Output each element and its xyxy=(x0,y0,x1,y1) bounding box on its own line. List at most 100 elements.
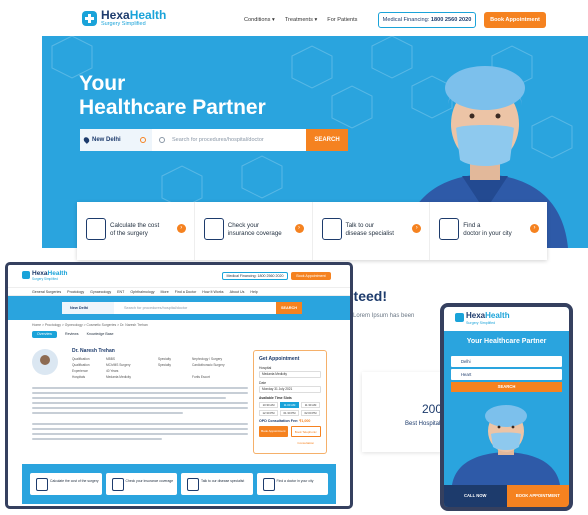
mockup-nav-item[interactable]: Proctology xyxy=(67,288,84,295)
book-appointment-button[interactable]: Book Appointment xyxy=(259,426,288,437)
mockup-feature-item[interactable]: Find a doctor in your city xyxy=(256,473,328,495)
date-label: Date xyxy=(259,381,267,385)
mobile-hero-title: Your Healthcare Partner xyxy=(466,338,547,345)
mockup-feature-item[interactable]: Calculate the cost of the surgery xyxy=(30,473,102,495)
time-slot[interactable]: 11:00 AM xyxy=(280,402,299,408)
mockup-header: HexaHealth Surgery Simplified Medical Fin… xyxy=(8,265,350,287)
mobile-header: HexaHealth Surgery Simplified xyxy=(444,307,569,331)
hospital-label: Hospital xyxy=(259,366,272,370)
consultation-fee: OPD Consultation Fee: ₹1,000 xyxy=(259,419,311,423)
date-field[interactable]: Monday 31 July 2021 xyxy=(259,386,321,393)
arrow-right-icon[interactable]: › xyxy=(530,224,539,233)
mockup-features-bar: Calculate the cost of the surgery Check … xyxy=(22,464,336,504)
doctor-info-row: Qualification MCh/MS Surgery Specialty Card… xyxy=(72,363,225,367)
financing-button[interactable]: Medical Financing: 1800 2560 2020 xyxy=(378,12,476,28)
mobile-search-input[interactable]: Heart xyxy=(451,369,562,380)
doctor-info-row: Experience 40 Years xyxy=(72,369,119,373)
logo-cross-icon xyxy=(82,10,97,26)
arrow-right-icon[interactable]: › xyxy=(294,224,304,233)
main-nav: Conditions Treatments For Patients xyxy=(244,17,357,23)
mobile-logo[interactable]: HexaHealth Surgery Simplified xyxy=(466,312,510,326)
desktop-mockup: HexaHealth Surgery Simplified Medical Fin… xyxy=(5,262,353,509)
time-slots: 10:30 AM 11:00 AM 11:30 AM 12:30 PM 01:3… xyxy=(259,402,321,416)
logo-cross-icon xyxy=(22,271,30,279)
time-slot[interactable]: 10:30 AM xyxy=(259,402,278,408)
mockup-nav-item[interactable]: Ophthalmology xyxy=(130,288,154,295)
feature-calculate-cost[interactable]: Calculate the cost of the surgery › xyxy=(77,202,195,260)
mockup-nav-item[interactable]: About Us xyxy=(230,288,245,295)
doctor-name: Dr. Naresh Trehan xyxy=(72,348,115,354)
site-header: HexaHealth Surgery Simplified Conditions… xyxy=(0,0,588,40)
nav-conditions[interactable]: Conditions xyxy=(244,17,275,23)
mockup-book-button[interactable]: Book Appointment xyxy=(291,272,331,280)
mockup-feature-item[interactable]: Check your insurance coverage xyxy=(105,473,177,495)
page: HexaHealth Surgery Simplified Conditions… xyxy=(0,0,588,515)
mockup-search-button[interactable]: SEARCH xyxy=(276,302,302,314)
tab-knowledge-base[interactable]: Knowledge Base xyxy=(87,331,114,338)
mobile-action-bar: CALL NOW BOOK APPOINTMENT xyxy=(444,485,569,507)
hero-title: Your Healthcare Partner xyxy=(79,72,266,119)
book-telephonic-button[interactable]: Book Telephonic Consultation xyxy=(290,426,321,445)
tab-reviews[interactable]: Reviews xyxy=(65,331,79,338)
brand-tagline: Surgery Simplified xyxy=(101,21,146,27)
mockup-nav-item[interactable]: How It Works xyxy=(202,288,223,295)
feature-check-insurance[interactable]: Check your insurance coverage › xyxy=(195,202,313,260)
time-slot[interactable]: 11:30 AM xyxy=(301,402,320,408)
feature-find-doctor[interactable]: Find a doctor in your city › xyxy=(430,202,547,260)
time-slot[interactable]: 01:30 PM xyxy=(280,410,299,416)
stat-label: Best Hospital xyxy=(405,421,441,427)
section-subtitle: Lorem Ipsum has been xyxy=(353,313,415,319)
hospital-select[interactable]: Medanta Medicity xyxy=(259,371,321,378)
appointment-card: Get Appointment Hospital Medanta Medicit… xyxy=(253,350,327,454)
slots-label: Available Time Slots xyxy=(259,396,292,400)
mockup-nav-item[interactable]: Gynaecology xyxy=(90,288,111,295)
search-input[interactable]: Search for procedures/hospital/doctor xyxy=(152,129,306,151)
mockup-feature-item[interactable]: Talk to our disease specialist xyxy=(181,473,253,495)
mockup-nav-item[interactable]: More xyxy=(161,288,169,295)
mockup-location[interactable]: New Delhi xyxy=(62,302,114,314)
mobile-book-button[interactable]: BOOK APPOINTMENT xyxy=(506,485,569,507)
doctor-info-row: Qualification MBBS Specialty Nephrology / S… xyxy=(72,357,223,361)
mockup-nav: General Surgeries Proctology Gynaecology… xyxy=(8,287,350,296)
brand-name: HexaHealth xyxy=(101,8,167,22)
mobile-mockup: HexaHealth Surgery Simplified Your Health… xyxy=(440,303,573,511)
search-button[interactable]: SEARCH xyxy=(306,129,348,151)
location-pin-icon xyxy=(82,136,91,144)
doctor-info-row: Hospitals Medanta Medicity Fortis Escort xyxy=(72,375,210,379)
profile-tabs: Overview Reviews Knowledge Base xyxy=(32,331,114,338)
mobile-search-button[interactable]: SEARCH xyxy=(451,382,562,392)
mockup-search-input[interactable]: Search for procedures/hospital/doctor xyxy=(114,302,276,314)
book-appointment-button[interactable]: Book Appointment xyxy=(484,12,546,28)
mockup-search-bar: New Delhi Search for procedures/hospital… xyxy=(62,302,302,314)
mockup-nav-item[interactable]: Help xyxy=(250,288,257,295)
nav-treatments[interactable]: Treatments xyxy=(285,17,317,23)
search-bar: New Delhi Search for procedures/hospital… xyxy=(80,129,348,151)
nav-for-patients[interactable]: For Patients xyxy=(327,17,357,23)
feature-talk-specialist[interactable]: Talk to our disease specialist › xyxy=(313,202,431,260)
call-now-button[interactable]: CALL NOW xyxy=(444,485,507,507)
mockup-nav-item[interactable]: General Surgeries xyxy=(32,288,61,295)
mockup-financing[interactable]: Medical Financing: 1800 2560 2020 xyxy=(222,272,288,280)
mockup-nav-item[interactable]: Find a Doctor xyxy=(175,288,197,295)
appointment-title: Get Appointment xyxy=(259,356,300,362)
logo-cross-icon xyxy=(455,313,464,322)
tab-overview[interactable]: Overview xyxy=(32,331,57,338)
calculator-icon xyxy=(86,218,106,240)
breadcrumb: Home > Proctology > Gynecology > Cosmeti… xyxy=(32,323,148,327)
insurance-icon xyxy=(203,218,224,240)
mobile-location-input[interactable]: Delhi xyxy=(451,356,562,367)
doctor-bio-text xyxy=(32,387,248,417)
features-bar: Calculate the cost of the surgery › Check… xyxy=(77,202,547,260)
doctor-bio-text xyxy=(32,423,248,443)
nurse-icon xyxy=(439,218,460,240)
mockup-nav-item[interactable]: ENT xyxy=(117,288,124,295)
location-select[interactable]: New Delhi xyxy=(80,129,152,151)
mockup-logo[interactable]: HexaHealth Surgery Simplified xyxy=(32,270,67,281)
nurse-image xyxy=(452,405,560,485)
brand-logo[interactable]: HexaHealth Surgery Simplified xyxy=(82,9,166,28)
time-slot[interactable]: 02:00 PM xyxy=(301,410,320,416)
arrow-right-icon[interactable]: › xyxy=(176,224,186,233)
time-slot[interactable]: 12:30 PM xyxy=(259,410,278,416)
locate-me-icon[interactable] xyxy=(140,137,146,143)
search-icon xyxy=(159,137,165,143)
